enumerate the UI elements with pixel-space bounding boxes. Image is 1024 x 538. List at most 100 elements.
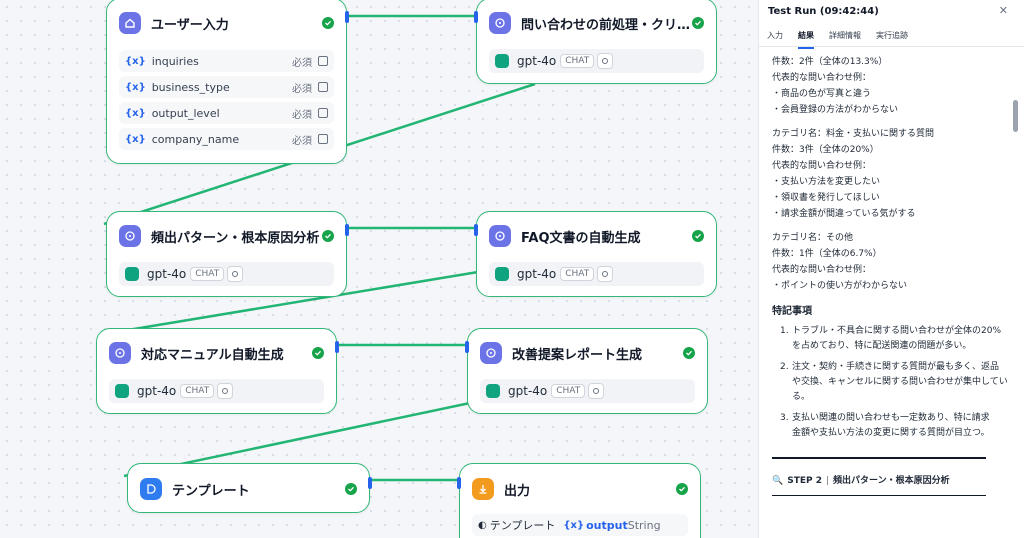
success-check-icon (676, 483, 688, 495)
result-line: 代表的な問い合わせ例： (772, 161, 872, 171)
note-number: 3. (780, 413, 789, 423)
variable-name: output (586, 518, 628, 532)
variable-source: テンプレート (489, 519, 556, 532)
result-line: 件数：2件（全体の13.3%） (772, 57, 888, 67)
settings-icon[interactable] (217, 383, 234, 399)
scrollbar[interactable] (1013, 100, 1018, 132)
close-icon[interactable]: ✕ (999, 4, 1008, 17)
template-icon (140, 478, 162, 500)
variable-row[interactable]: {x} inquiries 必須 (119, 50, 334, 72)
model-selector[interactable]: gpt-4o CHAT (480, 379, 695, 403)
node-output[interactable]: 出力 ◐ テンプレート {x} output String (457, 463, 701, 538)
notes-heading: 特記事項 (772, 306, 812, 317)
variable-row[interactable]: {x} output_level 必須 (119, 102, 334, 124)
input-port[interactable] (465, 341, 469, 353)
model-selector[interactable]: gpt-4o CHAT (489, 262, 704, 286)
workflow-canvas[interactable]: ユーザー入力 {x} inquiries 必須 {x} business_typ… (0, 0, 758, 538)
note-line: 金額や支払い方法の変更に関する質問が目立つ。 (792, 428, 990, 438)
input-port[interactable] (474, 224, 478, 236)
result-line: ・会員登録の方法がわからない (772, 105, 899, 115)
divider (772, 495, 986, 496)
input-port[interactable] (474, 11, 478, 23)
variable-name: inquiries (151, 54, 199, 68)
note-line: トラブル・不具合に関する問い合わせが全体の20% (792, 326, 1002, 336)
openai-icon (115, 384, 129, 398)
openai-icon (495, 267, 509, 281)
text-type-icon (318, 56, 328, 66)
settings-icon[interactable] (588, 383, 605, 399)
settings-icon[interactable] (227, 266, 244, 282)
node-improvement-report[interactable]: 改善提案レポート生成 gpt-4o CHAT (465, 328, 708, 414)
output-port[interactable] (368, 477, 372, 489)
mode-badge: CHAT (190, 267, 225, 281)
node-preprocess[interactable]: 問い合わせの前処理・クリー… gpt-4o CHAT (474, 0, 717, 84)
node-manual-generation[interactable]: 対応マニュアル自動生成 gpt-4o CHAT (96, 328, 339, 414)
output-variable-row[interactable]: ◐ テンプレート {x} output String (472, 514, 688, 536)
required-label: 必須 (292, 135, 312, 147)
model-selector[interactable]: gpt-4o CHAT (119, 262, 334, 286)
variable-icon: {x} (563, 519, 585, 531)
openai-icon (495, 54, 509, 68)
variable-icon: {x} (125, 133, 146, 145)
node-user-input[interactable]: ユーザー入力 {x} inquiries 必須 {x} business_typ… (106, 0, 349, 164)
node-frequent-analysis[interactable]: 頻出パターン・根本原因分析 gpt-4o CHAT (106, 211, 349, 297)
step-separator: | (825, 476, 830, 486)
variable-icon: {x} (125, 81, 146, 93)
divider (772, 457, 986, 459)
model-selector[interactable]: gpt-4o CHAT (489, 49, 704, 73)
llm-icon (489, 12, 511, 34)
node-title: テンプレート (172, 483, 250, 499)
llm-icon (109, 342, 131, 364)
input-port[interactable] (457, 477, 461, 489)
node-template[interactable]: テンプレート (127, 463, 372, 513)
success-check-icon (683, 347, 695, 359)
step-label: STEP 2 (787, 476, 822, 486)
output-icon (472, 478, 494, 500)
success-check-icon (692, 17, 704, 29)
note-item: 2. 注文・契約・手続きに関する質問が最も多く、返品 や交換、キャンセルに関する… (772, 360, 1008, 405)
node-title: FAQ文書の自動生成 (521, 230, 641, 246)
variable-row[interactable]: {x} business_type 必須 (119, 76, 334, 98)
model-name: gpt-4o (147, 267, 187, 281)
success-check-icon (322, 17, 334, 29)
node-title: 出力 (504, 483, 531, 499)
panel-title: Test Run (09:42:44) (768, 6, 879, 17)
result-line: 件数：3件（全体の20%） (772, 145, 879, 155)
template-small-icon: ◐ (478, 519, 487, 531)
select-type-icon (318, 82, 328, 92)
success-check-icon (692, 230, 704, 242)
step-title: 頻出パターン・根本原因分析 (833, 476, 950, 486)
note-line: や交換、キャンセルに関する問い合わせが集中してい (792, 377, 1008, 387)
model-selector[interactable]: gpt-4o CHAT (109, 379, 324, 403)
home-icon (119, 12, 141, 34)
result-line: 代表的な問い合わせ例： (772, 73, 872, 83)
variable-row[interactable]: {x} company_name 必須 (119, 128, 334, 150)
node-title: ユーザー入力 (151, 17, 229, 33)
result-line: 件数：1件（全体の6.7%） (772, 249, 882, 259)
result-line: ・ポイントの使い方がわからない (772, 281, 908, 291)
result-line: カテゴリ名：その他 (772, 233, 854, 243)
node-title: 改善提案レポート生成 (512, 347, 643, 363)
note-item: 3. 支払い関連の問い合わせも一定数あり、特に請求 金額や支払い方法の変更に関す… (772, 411, 1004, 441)
output-port[interactable] (345, 224, 349, 236)
search-icon: 🔍 (772, 476, 784, 486)
node-faq-generation[interactable]: FAQ文書の自動生成 gpt-4o CHAT (474, 211, 717, 297)
mode-badge: CHAT (551, 384, 586, 398)
note-item: 1. トラブル・不具合に関する問い合わせが全体の20% を占めており、特に配送関… (772, 324, 1004, 354)
note-line: を占めており、特に配送関連の問題が多い。 (792, 341, 972, 351)
result-line: ・領収書を発行してほしい (772, 193, 880, 203)
settings-icon[interactable] (597, 53, 614, 69)
test-run-panel: Test Run (09:42:44) ✕ 入力 結果 詳細情報 実行追跡 件数… (758, 0, 1024, 538)
model-name: gpt-4o (517, 54, 557, 68)
note-line: 支払い関連の問い合わせも一定数あり、特に請求 (792, 413, 990, 423)
variable-type: String (627, 518, 661, 532)
mode-badge: CHAT (180, 384, 215, 398)
variable-name: output_level (151, 106, 220, 120)
node-title: 対応マニュアル自動生成 (141, 347, 284, 363)
output-port[interactable] (345, 11, 349, 23)
note-number: 2. (780, 362, 789, 372)
variable-name: company_name (151, 132, 240, 146)
settings-icon[interactable] (597, 266, 614, 282)
variable-name: business_type (151, 80, 230, 94)
output-port[interactable] (335, 341, 339, 353)
